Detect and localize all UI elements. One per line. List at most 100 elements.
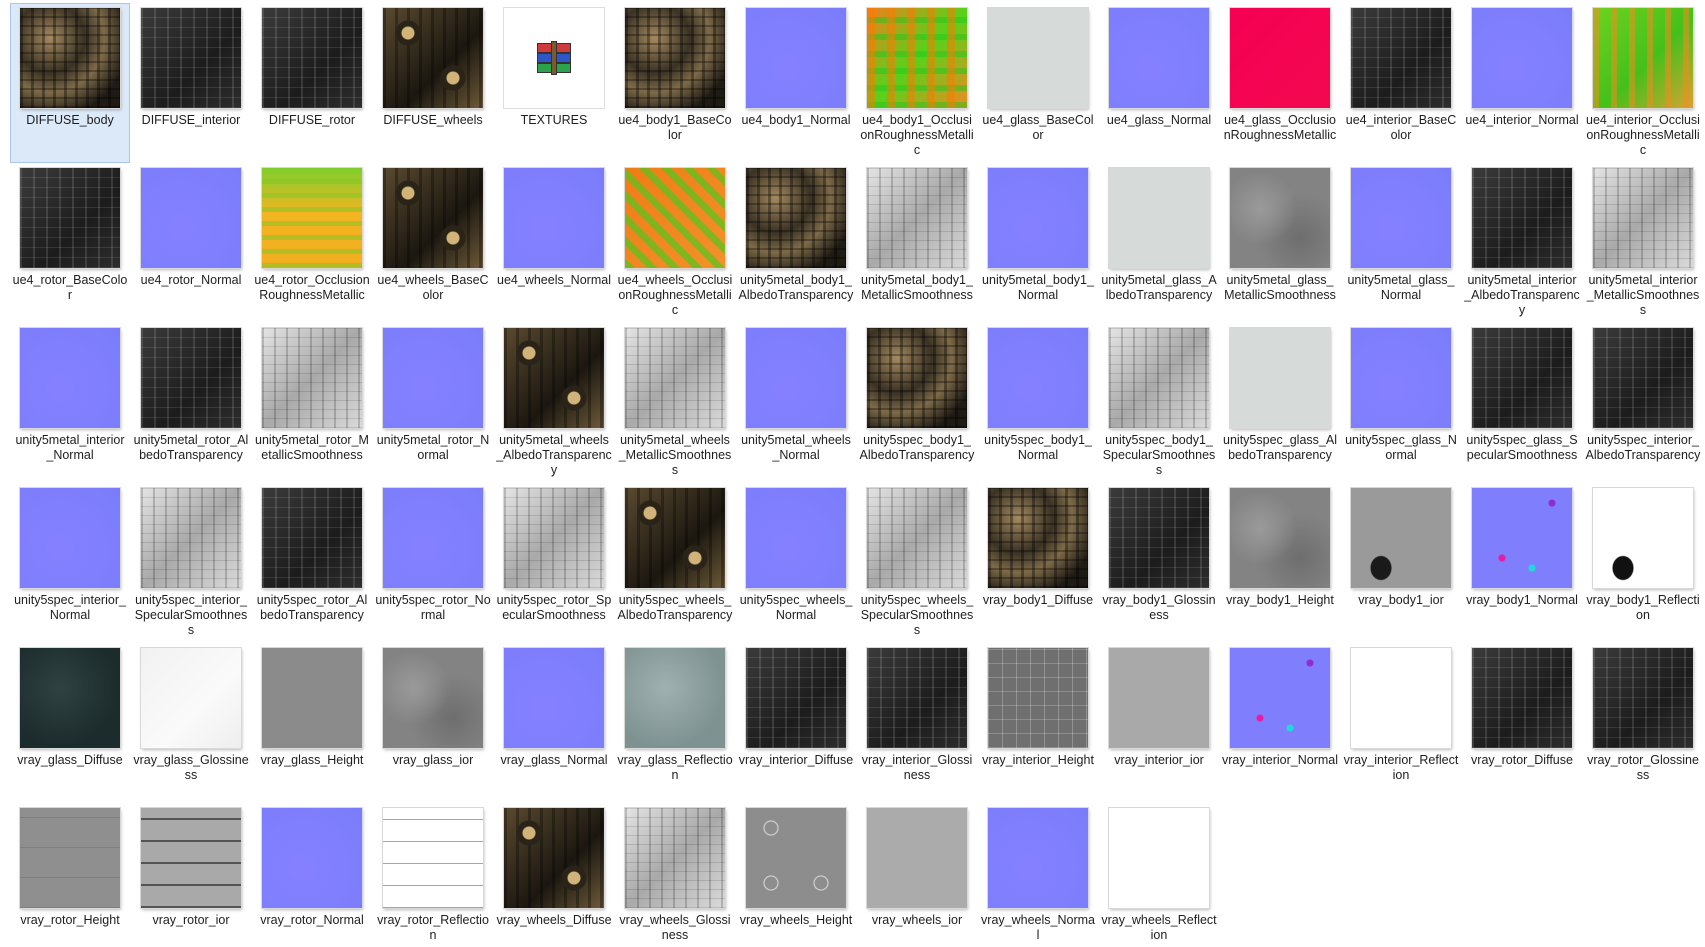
file-item[interactable]: ue4_rotor_Normal: [131, 163, 251, 323]
file-item[interactable]: unity5metal_glass_Normal: [1341, 163, 1461, 323]
file-item[interactable]: ue4_glass_Normal: [1099, 3, 1219, 163]
file-name-label: vray_rotor_Height: [20, 913, 120, 927]
file-item[interactable]: ue4_body1_OcclusionRoughnessMetallic: [857, 3, 977, 163]
file-name-label: ue4_wheels_OcclusionRoughnessMetallic: [617, 273, 733, 317]
file-item[interactable]: unity5spec_glass_SpecularSmoothness: [1462, 323, 1582, 483]
file-item[interactable]: ue4_body1_BaseColor: [615, 3, 735, 163]
file-item[interactable]: vray_rotor_Height: [10, 803, 130, 947]
file-item[interactable]: unity5metal_rotor_Normal: [373, 323, 493, 483]
file-item[interactable]: vray_rotor_ior: [131, 803, 251, 947]
file-item[interactable]: unity5metal_wheels_AlbedoTransparency: [494, 323, 614, 483]
file-item[interactable]: vray_wheels_Height: [736, 803, 856, 947]
file-item[interactable]: vray_glass_Height: [252, 643, 372, 803]
file-item[interactable]: unity5spec_body1_SpecularSmoothness: [1099, 323, 1219, 483]
archive-file-item[interactable]: TEXTURES: [494, 3, 614, 163]
file-item[interactable]: vray_interior_Reflection: [1341, 643, 1461, 803]
file-item[interactable]: vray_interior_Glossiness: [857, 643, 977, 803]
file-item[interactable]: unity5spec_rotor_AlbedoTransparency: [252, 483, 372, 643]
file-item[interactable]: unity5spec_rotor_SpecularSmoothness: [494, 483, 614, 643]
file-item[interactable]: vray_interior_Diffuse: [736, 643, 856, 803]
file-item[interactable]: ue4_rotor_BaseColor: [10, 163, 130, 323]
file-item[interactable]: vray_body1_Reflection: [1583, 483, 1703, 643]
file-item[interactable]: vray_wheels_ior: [857, 803, 977, 947]
file-item[interactable]: unity5spec_interior_Normal: [10, 483, 130, 643]
file-name-label: vray_interior_ior: [1114, 753, 1204, 767]
file-item[interactable]: unity5metal_glass_AlbedoTransparency: [1099, 163, 1219, 323]
file-item[interactable]: unity5metal_glass_MetallicSmoothness: [1220, 163, 1340, 323]
file-item[interactable]: ue4_wheels_BaseColor: [373, 163, 493, 323]
texture-thumbnail: [20, 648, 120, 748]
file-item[interactable]: vray_body1_Height: [1220, 483, 1340, 643]
file-item[interactable]: ue4_body1_Normal: [736, 3, 856, 163]
texture-thumbnail: [1351, 488, 1451, 588]
file-item[interactable]: vray_rotor_Normal: [252, 803, 372, 947]
file-item[interactable]: unity5metal_rotor_AlbedoTransparency: [131, 323, 251, 483]
texture-thumbnail: [20, 8, 120, 108]
file-item[interactable]: unity5spec_glass_Normal: [1341, 323, 1461, 483]
file-item[interactable]: ue4_rotor_OcclusionRoughnessMetallic: [252, 163, 372, 323]
file-item[interactable]: unity5metal_interior_Normal: [10, 323, 130, 483]
file-item[interactable]: vray_wheels_Normal: [978, 803, 1098, 947]
file-item[interactable]: DIFFUSE_body: [10, 3, 130, 163]
file-item[interactable]: vray_rotor_Diffuse: [1462, 643, 1582, 803]
file-item[interactable]: vray_interior_ior: [1099, 643, 1219, 803]
file-item[interactable]: vray_wheels_Diffuse: [494, 803, 614, 947]
file-item[interactable]: unity5spec_glass_AlbedoTransparency: [1220, 323, 1340, 483]
file-item[interactable]: vray_wheels_Glossiness: [615, 803, 735, 947]
file-item[interactable]: DIFFUSE_rotor: [252, 3, 372, 163]
file-item[interactable]: vray_rotor_Reflection: [373, 803, 493, 947]
file-name-label: DIFFUSE_body: [26, 113, 114, 127]
file-item[interactable]: vray_interior_Normal: [1220, 643, 1340, 803]
texture-thumbnail: [20, 808, 120, 908]
file-item[interactable]: unity5spec_body1_AlbedoTransparency: [857, 323, 977, 483]
texture-thumbnail: [867, 8, 967, 108]
file-item[interactable]: unity5spec_interior_SpecularSmoothness: [131, 483, 251, 643]
file-item[interactable]: unity5metal_interior_MetallicSmoothness: [1583, 163, 1703, 323]
file-item[interactable]: unity5spec_rotor_Normal: [373, 483, 493, 643]
texture-thumbnail: [383, 808, 483, 908]
file-item[interactable]: ue4_wheels_OcclusionRoughnessMetallic: [615, 163, 735, 323]
file-item[interactable]: ue4_glass_BaseColor: [978, 3, 1098, 163]
file-item[interactable]: unity5spec_body1_Normal: [978, 323, 1098, 483]
file-item[interactable]: vray_rotor_Glossiness: [1583, 643, 1703, 803]
file-item[interactable]: DIFFUSE_wheels: [373, 3, 493, 163]
file-item[interactable]: unity5spec_wheels_Normal: [736, 483, 856, 643]
texture-thumbnail: [746, 808, 846, 908]
file-item[interactable]: ue4_interior_BaseColor: [1341, 3, 1461, 163]
file-item[interactable]: vray_glass_Glossiness: [131, 643, 251, 803]
file-item[interactable]: unity5metal_body1_Normal: [978, 163, 1098, 323]
file-item[interactable]: vray_body1_ior: [1341, 483, 1461, 643]
file-item[interactable]: vray_glass_Normal: [494, 643, 614, 803]
file-item[interactable]: unity5metal_body1_MetallicSmoothness: [857, 163, 977, 323]
texture-thumbnail: [988, 808, 1088, 908]
file-name-label: ue4_glass_OcclusionRoughnessMetallic: [1223, 113, 1337, 142]
file-item[interactable]: unity5metal_wheels_MetallicSmoothness: [615, 323, 735, 483]
file-item[interactable]: vray_interior_Height: [978, 643, 1098, 803]
file-item[interactable]: unity5metal_rotor_MetallicSmoothness: [252, 323, 372, 483]
file-item[interactable]: ue4_interior_OcclusionRoughnessMetallic: [1583, 3, 1703, 163]
texture-thumbnail: [141, 648, 241, 748]
file-item[interactable]: ue4_interior_Normal: [1462, 3, 1582, 163]
file-item[interactable]: ue4_glass_OcclusionRoughnessMetallic: [1220, 3, 1340, 163]
texture-thumbnail: [988, 8, 1088, 108]
texture-thumbnail: [746, 328, 846, 428]
file-item[interactable]: unity5metal_body1_AlbedoTransparency: [736, 163, 856, 323]
file-item[interactable]: unity5metal_wheels_Normal: [736, 323, 856, 483]
file-item[interactable]: unity5metal_interior_AlbedoTransparency: [1462, 163, 1582, 323]
file-item[interactable]: vray_glass_Diffuse: [10, 643, 130, 803]
file-item[interactable]: ue4_wheels_Normal: [494, 163, 614, 323]
file-name-label: unity5spec_glass_AlbedoTransparency: [1223, 433, 1337, 462]
file-item[interactable]: unity5spec_interior_AlbedoTransparency: [1583, 323, 1703, 483]
file-item[interactable]: vray_body1_Diffuse: [978, 483, 1098, 643]
file-item[interactable]: unity5spec_wheels_AlbedoTransparency: [615, 483, 735, 643]
file-name-label: vray_interior_Height: [982, 753, 1094, 767]
file-item[interactable]: vray_body1_Normal: [1462, 483, 1582, 643]
file-item[interactable]: unity5spec_wheels_SpecularSmoothness: [857, 483, 977, 643]
file-name-label: unity5metal_interior_Normal: [15, 433, 125, 462]
file-item[interactable]: vray_wheels_Reflection: [1099, 803, 1219, 947]
file-item[interactable]: vray_body1_Glossiness: [1099, 483, 1219, 643]
file-name-label: unity5spec_interior_AlbedoTransparency: [1585, 433, 1701, 462]
file-item[interactable]: vray_glass_Reflection: [615, 643, 735, 803]
file-item[interactable]: vray_glass_ior: [373, 643, 493, 803]
file-item[interactable]: DIFFUSE_interior: [131, 3, 251, 163]
